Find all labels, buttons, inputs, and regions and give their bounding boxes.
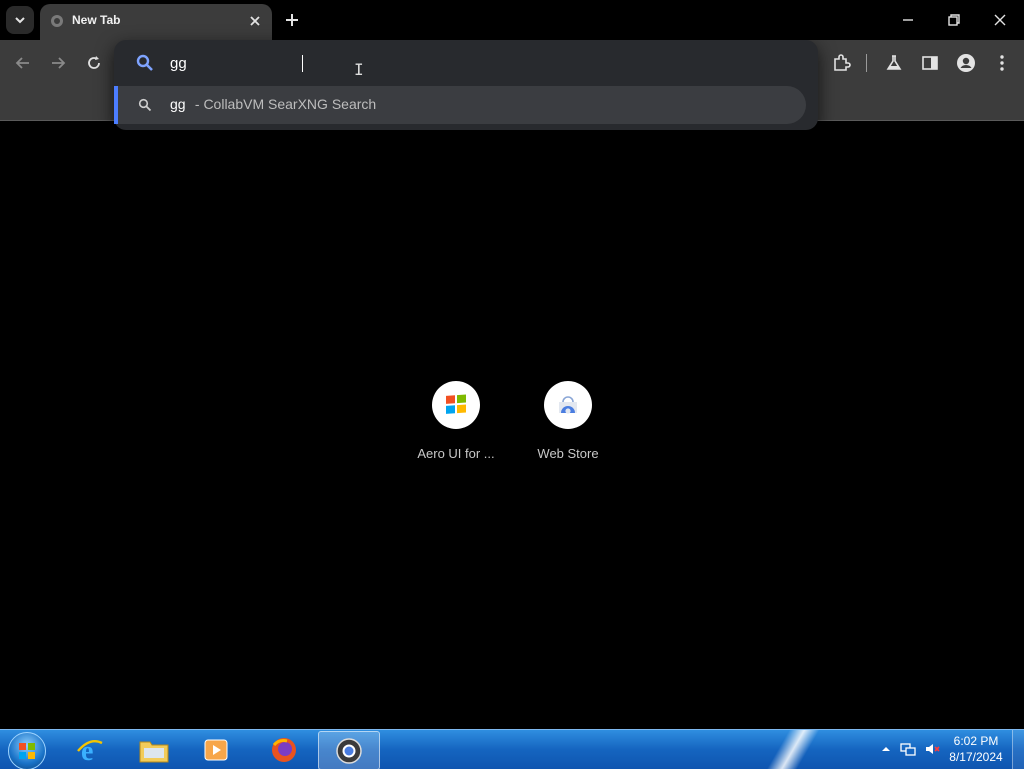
volume-muted-icon[interactable] (924, 741, 940, 757)
taskbar-file-explorer[interactable] (126, 731, 182, 768)
taskbar-firefox[interactable] (256, 731, 312, 768)
restore-icon[interactable] (944, 10, 964, 30)
tab-search-button[interactable] (6, 6, 34, 34)
new-tab-button[interactable] (282, 10, 302, 30)
minimize-icon[interactable] (898, 10, 918, 30)
show-desktop-button[interactable] (1012, 730, 1024, 769)
clock-time: 6:02 PM (953, 734, 999, 748)
shortcut-icon-container (544, 381, 592, 429)
windows-logo-icon (446, 394, 466, 414)
windows-taskbar: e 6:02 PM 8/17/2024 (0, 729, 1024, 769)
extensions-puzzle-icon[interactable] (831, 53, 851, 73)
taskbar-media-player[interactable] (188, 731, 244, 768)
toolbar-separator (866, 54, 867, 72)
globe-icon (51, 15, 63, 27)
tab-title: New Tab (72, 13, 121, 27)
back-arrow-icon[interactable] (14, 54, 32, 72)
suggestion-query: gg (170, 96, 186, 112)
firefox-icon (272, 737, 296, 762)
taskbar-glow (760, 730, 820, 769)
reload-icon[interactable] (85, 54, 103, 72)
omnibox-suggestion[interactable]: gg - CollabVM SearXNG Search (114, 86, 806, 124)
file-explorer-icon (139, 741, 169, 762)
close-window-icon[interactable] (990, 10, 1010, 30)
forward-arrow-icon[interactable] (49, 54, 67, 72)
tab-strip: New Tab (0, 0, 1024, 40)
clock-date: 8/17/2024 (949, 750, 1003, 764)
chrome-icon (336, 737, 362, 764)
show-hidden-icons-arrow-icon[interactable] (878, 741, 894, 757)
more-menu-icon[interactable] (992, 53, 1012, 73)
windows-flag-icon (19, 743, 35, 759)
tab-new-tab[interactable]: New Tab (40, 4, 272, 40)
search-icon (138, 98, 152, 112)
taskbar-chrome[interactable] (318, 731, 380, 769)
chevron-down-icon (15, 17, 25, 24)
close-tab-icon[interactable] (248, 14, 262, 28)
omnibox-dropdown: I gg - CollabVM SearXNG Search (114, 40, 818, 130)
shortcut-icon-container (432, 381, 480, 429)
web-store-icon (559, 396, 577, 414)
taskbar-internet-explorer[interactable]: e (62, 731, 118, 768)
media-player-icon (204, 739, 228, 760)
shortcut-label: Web Store (537, 446, 599, 461)
text-caret (302, 55, 303, 72)
shortcut-label: Aero UI for ... (417, 446, 495, 461)
shortcut-aero-ui[interactable]: Aero UI for ... (401, 381, 511, 471)
network-icon[interactable] (900, 741, 916, 757)
shortcut-web-store[interactable]: Web Store (513, 381, 623, 471)
labs-flask-icon[interactable] (884, 53, 904, 73)
profile-avatar-icon[interactable] (956, 53, 976, 73)
internet-explorer-icon: e (77, 736, 103, 765)
side-panel-icon[interactable] (920, 53, 940, 73)
address-bar-input[interactable] (170, 52, 730, 74)
suggestion-description: - CollabVM SearXNG Search (191, 96, 377, 112)
ibeam-cursor-icon: I (354, 60, 364, 79)
start-button[interactable] (8, 732, 46, 769)
system-clock[interactable]: 6:02 PM 8/17/2024 (944, 733, 1008, 765)
search-icon (136, 54, 153, 71)
